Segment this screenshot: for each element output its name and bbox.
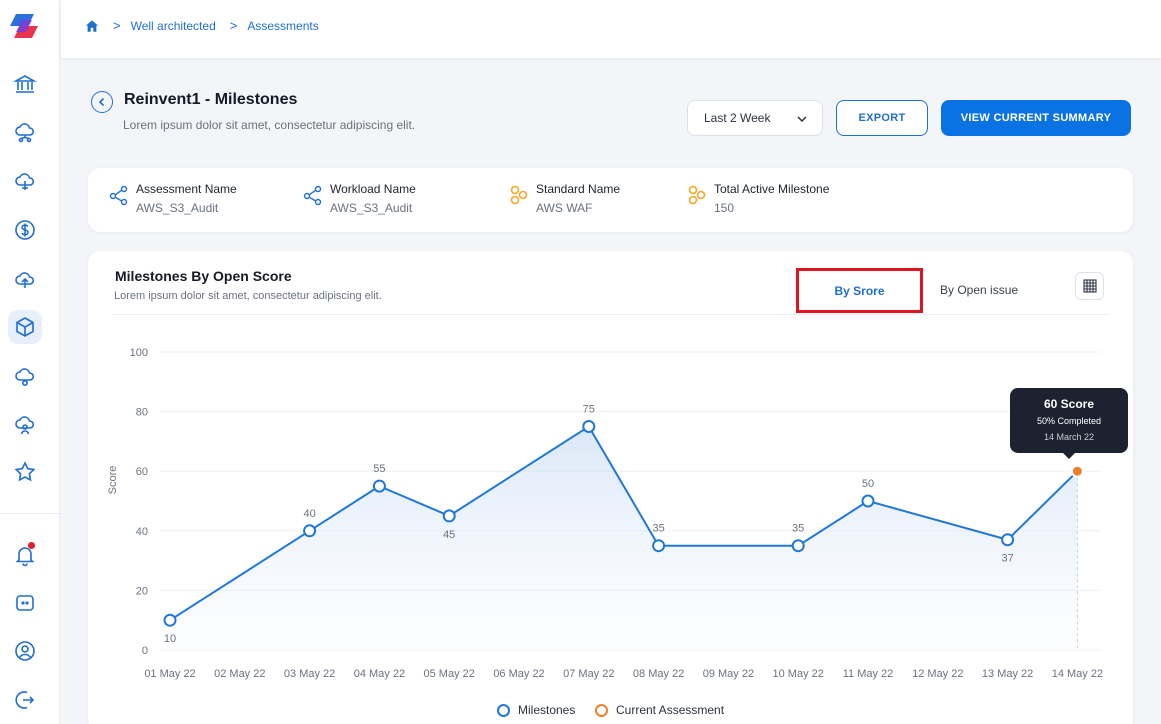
chart-title: Milestones By Open Score (115, 268, 292, 284)
sidebar (0, 0, 60, 724)
legend-label: Milestones (518, 703, 576, 717)
table-view-button[interactable] (1075, 272, 1104, 300)
tooltip-score: 60 Score (1043, 397, 1095, 411)
bank-icon[interactable] (8, 67, 42, 101)
dollar-icon[interactable] (8, 213, 42, 247)
home-icon[interactable] (85, 19, 99, 33)
cloud-upload-icon[interactable] (8, 262, 42, 296)
cloud-user-icon[interactable] (8, 408, 42, 442)
info-label: Standard Name (536, 182, 621, 196)
tooltip-completed: 50% Completed (1036, 416, 1102, 426)
app-logo[interactable] (8, 12, 40, 40)
info-value: AWS WAF (536, 201, 593, 215)
breadcrumb-assessments[interactable]: Assessments (247, 19, 318, 33)
legend-current-assessment[interactable]: Current Assessment (595, 703, 724, 717)
grid-icon (1082, 279, 1097, 293)
page-title: Reinvent1 - Milestones (124, 91, 298, 108)
notification-dot (28, 542, 35, 549)
hexagon-cluster-icon (688, 185, 706, 205)
info-label: Assessment Name (136, 182, 237, 196)
legend-swatch-milestones (497, 703, 510, 717)
breadcrumb-well-architected[interactable]: Well architected (131, 19, 216, 33)
info-label: Workload Name (330, 182, 416, 196)
info-label: Total Active Milestone (714, 182, 830, 196)
bell-icon[interactable] (8, 538, 42, 572)
back-button[interactable] (91, 91, 113, 113)
page-subtitle: Lorem ipsum dolor sit amet, consectetur … (123, 118, 416, 132)
hexagon-cluster-icon (510, 185, 528, 205)
cloud-network-icon[interactable] (8, 115, 42, 149)
share-nodes-icon (109, 185, 128, 206)
score-tooltip: 60 Score 50% Completed 14 March 22 (1010, 388, 1128, 459)
chart-divider (112, 314, 1110, 315)
info-workload-name: Workload Name AWS_S3_Audit (302, 182, 416, 215)
tooltip-date: 14 March 22 (1043, 432, 1095, 442)
period-select[interactable]: Last 2 Week (687, 100, 823, 136)
info-assessment-name: Assessment Name AWS_S3_Audit (108, 182, 237, 215)
legend-swatch-current (595, 703, 608, 717)
cube-icon[interactable] (8, 310, 42, 344)
info-value: 150 (714, 201, 735, 215)
chevron-right-icon: > (113, 18, 121, 33)
legend-milestones[interactable]: Milestones (497, 703, 575, 717)
period-select-value: Last 2 Week (704, 111, 771, 125)
info-standard-name: Standard Name AWS WAF (508, 182, 620, 215)
user-profile-icon[interactable] (8, 634, 42, 668)
top-bar: > Well architected > Assessments (61, 0, 1161, 58)
info-value: AWS_S3_Audit (330, 201, 413, 215)
chevron-left-icon (98, 97, 105, 107)
tab-by-score[interactable]: By Srore (796, 268, 923, 313)
cloud-settings-icon[interactable] (8, 359, 42, 393)
export-button[interactable]: EXPORT (836, 100, 928, 136)
legend-label: Current Assessment (616, 703, 725, 717)
sidebar-divider (0, 513, 60, 514)
cloud-shield-icon[interactable] (8, 164, 42, 198)
assessment-info-card: Assessment Name AWS_S3_Audit Workload Na… (88, 168, 1133, 232)
share-nodes-icon (303, 185, 322, 206)
logout-icon[interactable] (8, 683, 42, 717)
chevron-down-icon (797, 116, 807, 123)
tab-by-open-issue[interactable]: By Open issue (940, 283, 1018, 297)
info-total-active-milestone: Total Active Milestone 150 (686, 182, 829, 215)
view-current-summary-button[interactable]: VIEW CURRENT SUMMARY (941, 100, 1131, 136)
chat-bot-icon[interactable] (8, 586, 42, 620)
chart-subtitle: Lorem ipsum dolor sit amet, consectetur … (114, 290, 382, 302)
milestones-chart-card: Milestones By Open Score Lorem ipsum dol… (88, 251, 1133, 724)
info-value: AWS_S3_Audit (136, 201, 219, 215)
chevron-right-icon: > (229, 18, 238, 33)
star-icon[interactable] (8, 455, 42, 489)
breadcrumb: > Well architected > Assessments (85, 18, 319, 33)
